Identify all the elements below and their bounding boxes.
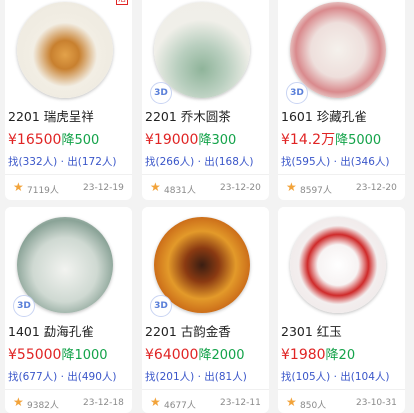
- post-date: 23-12-20: [220, 183, 261, 193]
- price: ¥55000降1000: [8, 344, 108, 363]
- product-name[interactable]: 2201 古韵金香: [145, 321, 231, 340]
- product-image[interactable]: 3D: [5, 207, 132, 319]
- post-date: 23-12-19: [83, 183, 124, 193]
- price: ¥1980降20: [281, 344, 355, 363]
- view-count: 8597人: [300, 186, 332, 196]
- post-date: 23-10-31: [356, 398, 397, 408]
- price: ¥64000降2000: [145, 344, 245, 363]
- tea-cake-image: [17, 2, 113, 98]
- post-date: 23-12-18: [83, 398, 124, 408]
- product-name[interactable]: 1401 勐海孔雀: [8, 321, 94, 340]
- card-footer: ★ 850人 23-10-31: [278, 389, 405, 413]
- product-card[interactable]: 活 2201 瑞虎呈祥 ¥16500降500 找(332人) · 出(172人)…: [5, 0, 132, 200]
- product-image[interactable]: 活: [5, 0, 132, 104]
- price-value: ¥14.2万: [281, 132, 336, 148]
- price-drop: 降20: [325, 348, 356, 363]
- card-footer: ★ 7119人 23-12-19: [5, 174, 132, 200]
- product-card[interactable]: 2301 红玉 ¥1980降20 找(105人) · 出(104人) ★ 850…: [278, 207, 405, 413]
- view-count: 4831人: [164, 186, 196, 196]
- view-count: 7119人: [27, 186, 59, 196]
- post-date: 23-12-11: [220, 398, 261, 408]
- price: ¥19000降300: [145, 129, 236, 148]
- star-icon: ★: [150, 180, 161, 194]
- 3d-view-button[interactable]: 3D: [286, 82, 308, 104]
- star-icon: ★: [286, 180, 297, 194]
- product-name[interactable]: 2201 乔木圆茶: [145, 106, 231, 125]
- product-name[interactable]: 1601 珍藏孔雀: [281, 106, 367, 125]
- price-value: ¥1980: [281, 347, 326, 363]
- star-icon: ★: [13, 395, 24, 409]
- price-drop: 降2000: [198, 348, 245, 363]
- card-footer: ★ 4831人 23-12-20: [142, 174, 269, 200]
- product-card[interactable]: 3D 1401 勐海孔雀 ¥55000降1000 找(677人) · 出(490…: [5, 207, 132, 413]
- price-drop: 降5000: [335, 133, 382, 148]
- tea-cake-image: [290, 217, 386, 313]
- tea-cake-image: [154, 2, 250, 98]
- trade-stats[interactable]: 找(677人) · 出(490人): [8, 369, 116, 384]
- product-image[interactable]: 3D: [278, 0, 405, 104]
- tea-cake-image: [290, 2, 386, 98]
- star-icon: ★: [150, 395, 161, 409]
- 3d-view-button[interactable]: 3D: [13, 295, 35, 317]
- 3d-view-button[interactable]: 3D: [150, 82, 172, 104]
- trade-stats[interactable]: 找(266人) · 出(168人): [145, 154, 253, 169]
- trade-stats[interactable]: 找(595人) · 出(346人): [281, 154, 389, 169]
- product-card[interactable]: 3D 2201 乔木圆茶 ¥19000降300 找(266人) · 出(168人…: [142, 0, 269, 200]
- product-image[interactable]: [278, 207, 405, 319]
- price-drop: 降500: [61, 133, 100, 148]
- product-name[interactable]: 2301 红玉: [281, 321, 342, 340]
- price-value: ¥64000: [145, 347, 199, 363]
- price-value: ¥55000: [8, 347, 62, 363]
- 3d-view-button[interactable]: 3D: [150, 295, 172, 317]
- post-date: 23-12-20: [356, 183, 397, 193]
- product-image[interactable]: 3D: [142, 0, 269, 104]
- product-card[interactable]: 3D 2201 古韵金香 ¥64000降2000 找(201人) · 出(81人…: [142, 207, 269, 413]
- product-image[interactable]: 3D: [142, 207, 269, 319]
- price-value: ¥19000: [145, 132, 199, 148]
- price: ¥16500降500: [8, 129, 99, 148]
- price: ¥14.2万降5000: [281, 129, 381, 149]
- promo-tag: 活: [116, 0, 128, 5]
- price-drop: 降300: [198, 133, 237, 148]
- product-name[interactable]: 2201 瑞虎呈祥: [8, 106, 94, 125]
- view-count: 850人: [300, 401, 327, 411]
- price-drop: 降1000: [61, 348, 108, 363]
- trade-stats[interactable]: 找(332人) · 出(172人): [8, 154, 116, 169]
- star-icon: ★: [13, 180, 24, 194]
- product-card[interactable]: 3D 1601 珍藏孔雀 ¥14.2万降5000 找(595人) · 出(346…: [278, 0, 405, 200]
- trade-stats[interactable]: 找(105人) · 出(104人): [281, 369, 389, 384]
- star-icon: ★: [286, 395, 297, 409]
- price-value: ¥16500: [8, 132, 62, 148]
- trade-stats[interactable]: 找(201人) · 出(81人): [145, 369, 247, 384]
- card-footer: ★ 4677人 23-12-11: [142, 389, 269, 413]
- view-count: 4677人: [164, 401, 196, 411]
- card-footer: ★ 9382人 23-12-18: [5, 389, 132, 413]
- card-footer: ★ 8597人 23-12-20: [278, 174, 405, 200]
- view-count: 9382人: [27, 401, 59, 411]
